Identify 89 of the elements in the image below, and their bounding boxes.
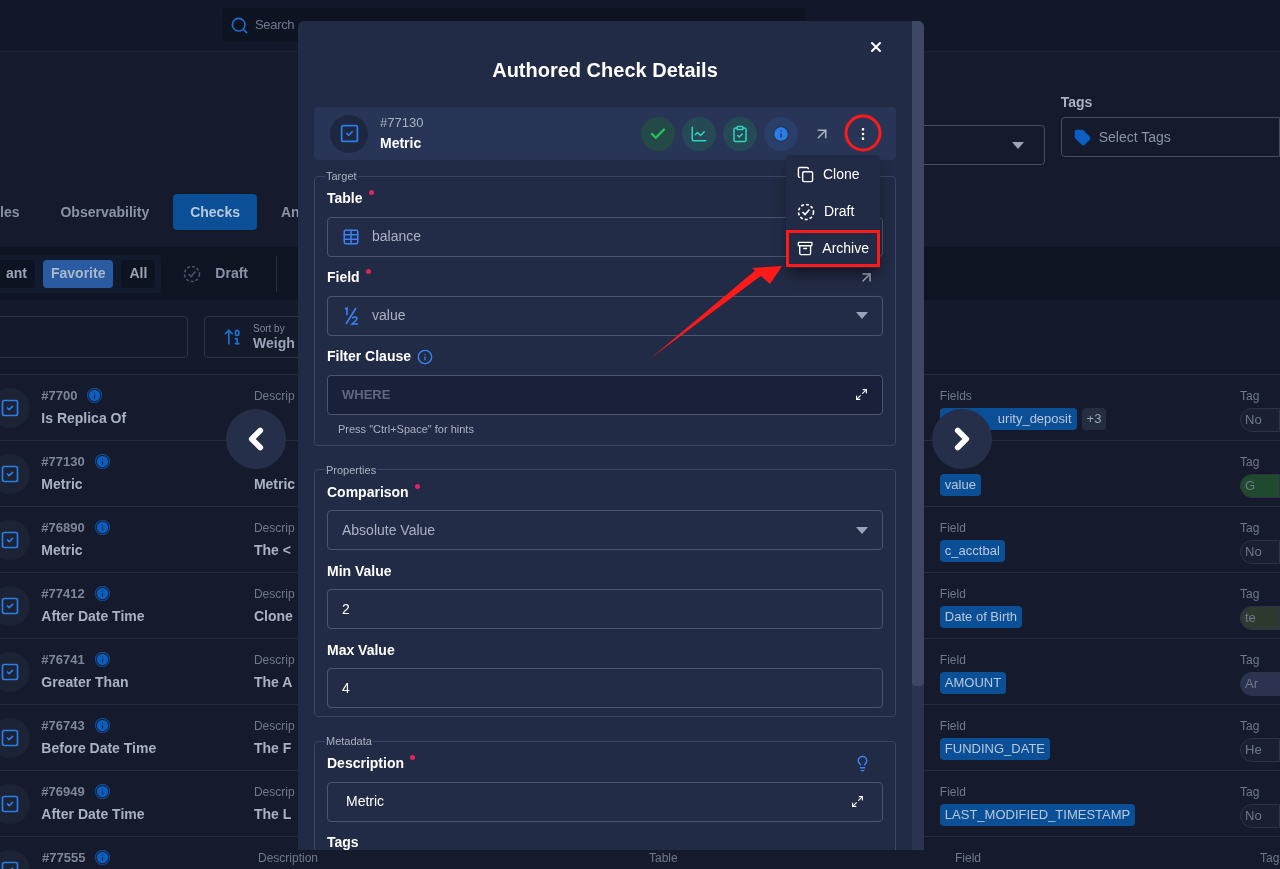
- check-id: #76890: [41, 518, 85, 537]
- more-count: +3: [1081, 408, 1107, 430]
- column-label: Field: [939, 585, 966, 603]
- column-label: Table: [649, 849, 678, 867]
- check-id: #77555: [42, 848, 86, 867]
- field-label: Description: [327, 753, 415, 774]
- tag-chip: Ar: [1240, 672, 1280, 696]
- tab[interactable]: Checks: [173, 194, 257, 230]
- column-label: Description: [258, 849, 319, 867]
- column-label: Fields: [939, 387, 972, 405]
- filter-label: Tags: [1060, 93, 1094, 109]
- field-chip: c_acctbal: [939, 540, 1005, 562]
- field-label: Field: [327, 267, 371, 288]
- tag-chip: No: [1240, 408, 1280, 432]
- field-chip: LAST_MODIFIED_TIMESTAMP: [939, 804, 1136, 826]
- check-name: After Date Time: [41, 607, 145, 626]
- field-select[interactable]: value: [327, 295, 883, 336]
- check-id: #77130: [41, 452, 85, 471]
- description-text: The F: [253, 739, 292, 758]
- filter-button[interactable]: All: [121, 259, 156, 288]
- section-legend: Target: [325, 168, 358, 185]
- check-id: #76743: [41, 716, 85, 735]
- number-input[interactable]: 2: [327, 589, 883, 629]
- modal-title: Authored Check Details: [491, 58, 719, 83]
- hint-text: Press "Ctrl+Space" for hints: [338, 421, 475, 437]
- check-name: Metric: [380, 133, 423, 153]
- tags-select[interactable]: Select Tags: [1060, 117, 1280, 157]
- field-chip: FUNDING_DATE: [939, 738, 1050, 760]
- tab[interactable]: Observability: [43, 194, 167, 230]
- check-id: #76741: [41, 650, 85, 669]
- column-label: Field: [955, 849, 981, 867]
- column-label: Descrip: [253, 519, 295, 537]
- column-label: Field: [939, 717, 966, 735]
- check-name: After Date Time: [41, 805, 145, 824]
- column-label: Tag: [1240, 717, 1260, 735]
- column-label: Tag: [1240, 651, 1260, 669]
- check-name: Metric: [41, 475, 83, 494]
- column-label: Tag: [1240, 453, 1260, 471]
- tag-chip: No: [1240, 804, 1280, 828]
- column-label: Tag: [1240, 387, 1260, 405]
- column-label: Tag: [1240, 783, 1260, 801]
- check-name: Metric: [41, 541, 83, 560]
- column-label: Descrip: [253, 651, 295, 669]
- description-input[interactable]: Metric: [327, 781, 883, 822]
- number-input[interactable]: 4: [327, 668, 883, 708]
- column-label: Descrip: [253, 585, 295, 603]
- comparison-select[interactable]: Absolute Value: [327, 510, 883, 550]
- section-legend: Properties: [325, 461, 378, 478]
- tab[interactable]: les: [0, 194, 37, 230]
- field-label: Table: [327, 188, 374, 209]
- field-label: Tags: [327, 833, 359, 850]
- field-chip: AMOUNT: [939, 672, 1007, 694]
- check-id: #77412: [41, 584, 85, 603]
- column-label: Descrip: [253, 387, 295, 405]
- description-text: The A: [253, 673, 293, 692]
- column-label: Tag: [1240, 585, 1260, 603]
- column-label: Field: [939, 783, 966, 801]
- field-label: Min Value: [327, 561, 392, 581]
- field-chip: value: [939, 474, 981, 496]
- column-label: Field: [939, 651, 966, 669]
- check-id: #76949: [41, 782, 85, 801]
- filter-button[interactable]: Favorite: [43, 259, 114, 288]
- tag-chip: te: [1240, 606, 1280, 630]
- draft-filter[interactable]: Draft: [215, 263, 249, 284]
- check-id: #7700: [41, 386, 78, 405]
- field-label: Comparison: [327, 481, 420, 503]
- field-label: Filter Clause: [327, 347, 412, 366]
- description-text: Metric: [253, 475, 296, 494]
- column-label: Tag: [1260, 849, 1280, 867]
- column-label: Tag: [1240, 519, 1260, 537]
- menu-item[interactable]: Archive: [786, 230, 880, 267]
- description-text: The <: [253, 541, 291, 560]
- field-label: Max Value: [327, 640, 395, 660]
- field-chip: Date of Birth: [939, 606, 1023, 628]
- description-text: Clone: [253, 607, 293, 626]
- check-name: Before Date Time: [41, 739, 157, 758]
- column-label: Field: [939, 519, 966, 537]
- section-legend: Metadata: [325, 733, 373, 750]
- column-label: Descrip: [253, 783, 295, 801]
- menu-item[interactable]: Clone: [786, 156, 880, 193]
- check-name: Is Replica Of: [41, 409, 127, 428]
- tag-chip: G: [1240, 474, 1280, 498]
- filter-button[interactable]: ant: [0, 259, 35, 288]
- tag-chip: He: [1240, 738, 1280, 762]
- check-name: Greater Than: [41, 673, 129, 692]
- tag-chip: No: [1240, 540, 1280, 564]
- check-id: #77130: [380, 114, 424, 133]
- description-text: The L: [253, 805, 292, 824]
- column-label: Descrip: [253, 717, 295, 735]
